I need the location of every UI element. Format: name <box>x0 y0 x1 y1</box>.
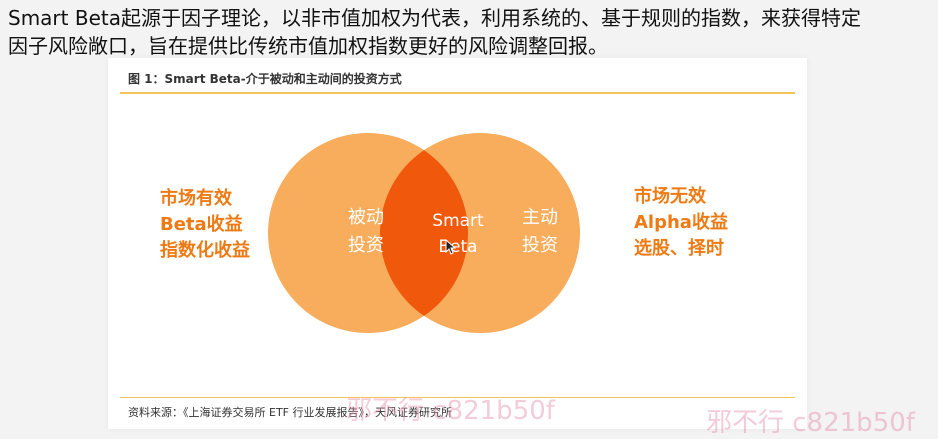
left-list-item: 指数化收益 <box>160 240 250 261</box>
intro-paragraph: Smart Beta起源于因子理论，以非市值加权为代表，利用系统的、基于规则的指… <box>8 4 936 60</box>
center-line: Beta <box>438 237 478 257</box>
watermark: 邪不行 c821b50f <box>346 396 555 426</box>
right-list-item: Alpha收益 <box>634 212 728 233</box>
left-list-item: Beta收益 <box>160 214 243 235</box>
figure-panel: 图 1：Smart Beta-介于被动和主动间的投资方式 市场有效 Beta收益… <box>108 58 807 429</box>
left-circle-line: 投资 <box>348 235 384 256</box>
mouse-cursor-icon <box>445 239 457 255</box>
right-circle-line: 投资 <box>522 235 558 256</box>
intro-line-1: Smart Beta起源于因子理论，以非市值加权为代表，利用系统的、基于规则的指… <box>8 6 861 30</box>
center-line: Smart <box>432 211 484 231</box>
center-label: Smart Beta <box>418 208 498 260</box>
left-list-item: 市场有效 <box>160 188 232 209</box>
watermark: 邪不行 c821b50f <box>706 408 915 438</box>
right-list: 市场无效 Alpha收益 选股、择时 <box>634 184 728 262</box>
left-circle-line: 被动 <box>348 207 384 228</box>
right-circle-label: 主动 投资 <box>508 204 572 260</box>
left-list: 市场有效 Beta收益 指数化收益 <box>160 186 250 264</box>
right-circle-line: 主动 <box>522 207 558 228</box>
right-list-item: 市场无效 <box>634 186 706 207</box>
left-circle-label: 被动 投资 <box>334 204 398 260</box>
right-list-item: 选股、择时 <box>634 238 724 259</box>
intro-line-2: 因子风险敞口，旨在提供比传统市值加权指数更好的风险调整回报。 <box>8 34 608 58</box>
